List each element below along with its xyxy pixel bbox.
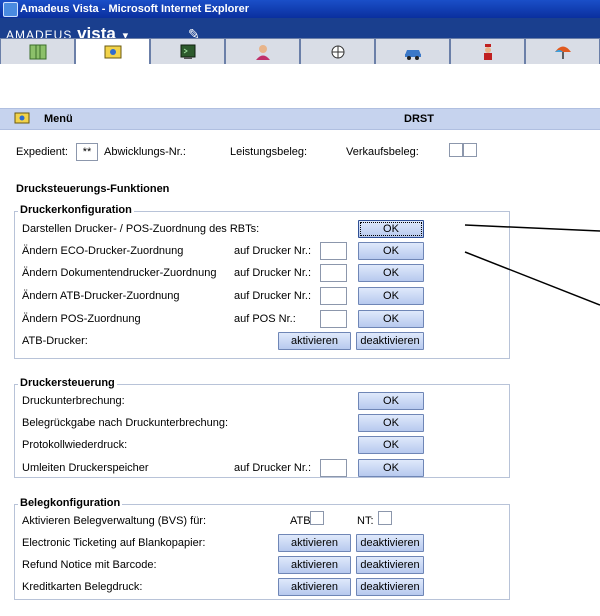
print-interrupt-ok-button[interactable]: OK [358,392,424,410]
tab-terminal[interactable] [150,38,225,64]
printer-config-legend: Druckerkonfiguration [18,204,134,216]
verkaufsbeleg-label: Verkaufsbeleg: [346,146,419,158]
pos-ok-button[interactable]: OK [358,310,424,328]
terminal-icon [180,44,195,59]
row-label: Druckunterbrechung: [22,395,125,407]
eco-printer-input[interactable] [320,242,347,260]
receipt-config-legend: Belegkonfiguration [18,497,123,509]
document-printer-ok-button[interactable]: OK [358,264,424,282]
eticket-activate-button[interactable]: aktivieren [278,534,351,552]
receipt-return-ok-button[interactable]: OK [358,414,424,432]
atb-activate-button[interactable]: aktivieren [278,332,351,350]
leistungsbeleg-label: Leistungsbeleg: [230,146,308,158]
menu-label[interactable]: Menü [44,109,73,129]
verkaufsbeleg-checkbox-2[interactable] [463,143,477,157]
row-label: Ändern ATB-Drucker-Zuordnung [22,290,180,302]
redirect-printer-input[interactable] [320,459,347,477]
protocol-reprint-ok-button[interactable]: OK [358,436,424,454]
eticket-deactivate-button[interactable]: deaktivieren [356,534,424,552]
creditcard-activate-button[interactable]: aktivieren [278,578,351,596]
bvs-atb-checkbox[interactable] [310,511,324,525]
bellboy-icon [483,43,492,60]
verkaufsbeleg-checkbox-1[interactable] [449,143,463,157]
pos-input[interactable] [320,310,347,328]
car-icon [404,49,421,60]
redirect-printer-ok-button[interactable]: OK [358,459,424,477]
row-sub-label: auf Drucker Nr.: [234,290,312,302]
map-icon [29,44,46,59]
umbrella-icon [554,46,571,59]
section-title: Drucksteuerungs-Funktionen [16,183,170,195]
row-sub-label: auf Drucker Nr.: [234,245,312,257]
tab-bellboy[interactable] [450,38,525,64]
module-tabs [0,38,600,64]
tab-car[interactable] [375,38,450,64]
window-titlebar: Amadeus Vista - Microsoft Internet Explo… [0,0,600,18]
tab-globe[interactable] [300,38,375,64]
atb-deactivate-button[interactable]: deaktivieren [356,332,424,350]
row-label: Electronic Ticketing auf Blankopapier: [22,537,206,549]
abwicklungs-label: Abwicklungs-Nr.: [104,146,186,158]
tab-map[interactable] [0,38,75,64]
eco-printer-ok-button[interactable]: OK [358,242,424,260]
transaction-code: DRST [404,113,434,125]
row-label: Ändern Dokumentendrucker-Zuordnung [22,267,217,279]
printer-control-legend: Druckersteuerung [18,377,117,389]
bvs-label: Aktivieren Belegverwaltung (BVS) für: [22,515,207,527]
row-label: Kreditkarten Belegdruck: [22,581,143,593]
expedient-input[interactable]: ** [76,143,98,161]
menu-bar: Menü DRST [0,108,600,130]
atb-printer-input[interactable] [320,287,347,305]
tab-umbrella[interactable] [525,38,600,64]
tab-ticket[interactable] [75,38,150,64]
row-label: Ändern POS-Zuordnung [22,313,141,325]
person-icon [255,44,270,60]
row-sub-label: auf Drucker Nr.: [234,462,312,474]
menu-icon[interactable] [14,111,30,125]
refund-deactivate-button[interactable]: deaktivieren [356,556,424,574]
document-printer-input[interactable] [320,264,347,282]
expedient-label: Expedient: [16,146,68,158]
refund-activate-button[interactable]: aktivieren [278,556,351,574]
atb-printer-ok-button[interactable]: OK [358,287,424,305]
ie-icon [3,2,18,17]
globe-icon [331,45,344,58]
row-label: Belegrückgabe nach Druckunterbrechung: [22,417,229,429]
nt-label: NT: [357,515,374,527]
tab-person[interactable] [225,38,300,64]
creditcard-deactivate-button[interactable]: deaktivieren [356,578,424,596]
window-title: Amadeus Vista - Microsoft Internet Explo… [20,3,250,15]
row-label: Ändern ECO-Drucker-Zuordnung [22,245,184,257]
row-label: Refund Notice mit Barcode: [22,559,157,571]
row-sub-label: auf Drucker Nr.: [234,267,312,279]
row-label: Umleiten Druckerspeicher [22,462,149,474]
ticket-icon [104,45,121,58]
show-printer-assignment-ok-button[interactable]: OK [358,220,424,238]
atb-printer-label: ATB-Drucker: [22,335,88,347]
row-sub-label: auf POS Nr.: [234,313,296,325]
bvs-nt-checkbox[interactable] [378,511,392,525]
row-label: Protokollwiederdruck: [22,439,128,451]
row-label: Darstellen Drucker- / POS-Zuordnung des … [22,223,260,235]
